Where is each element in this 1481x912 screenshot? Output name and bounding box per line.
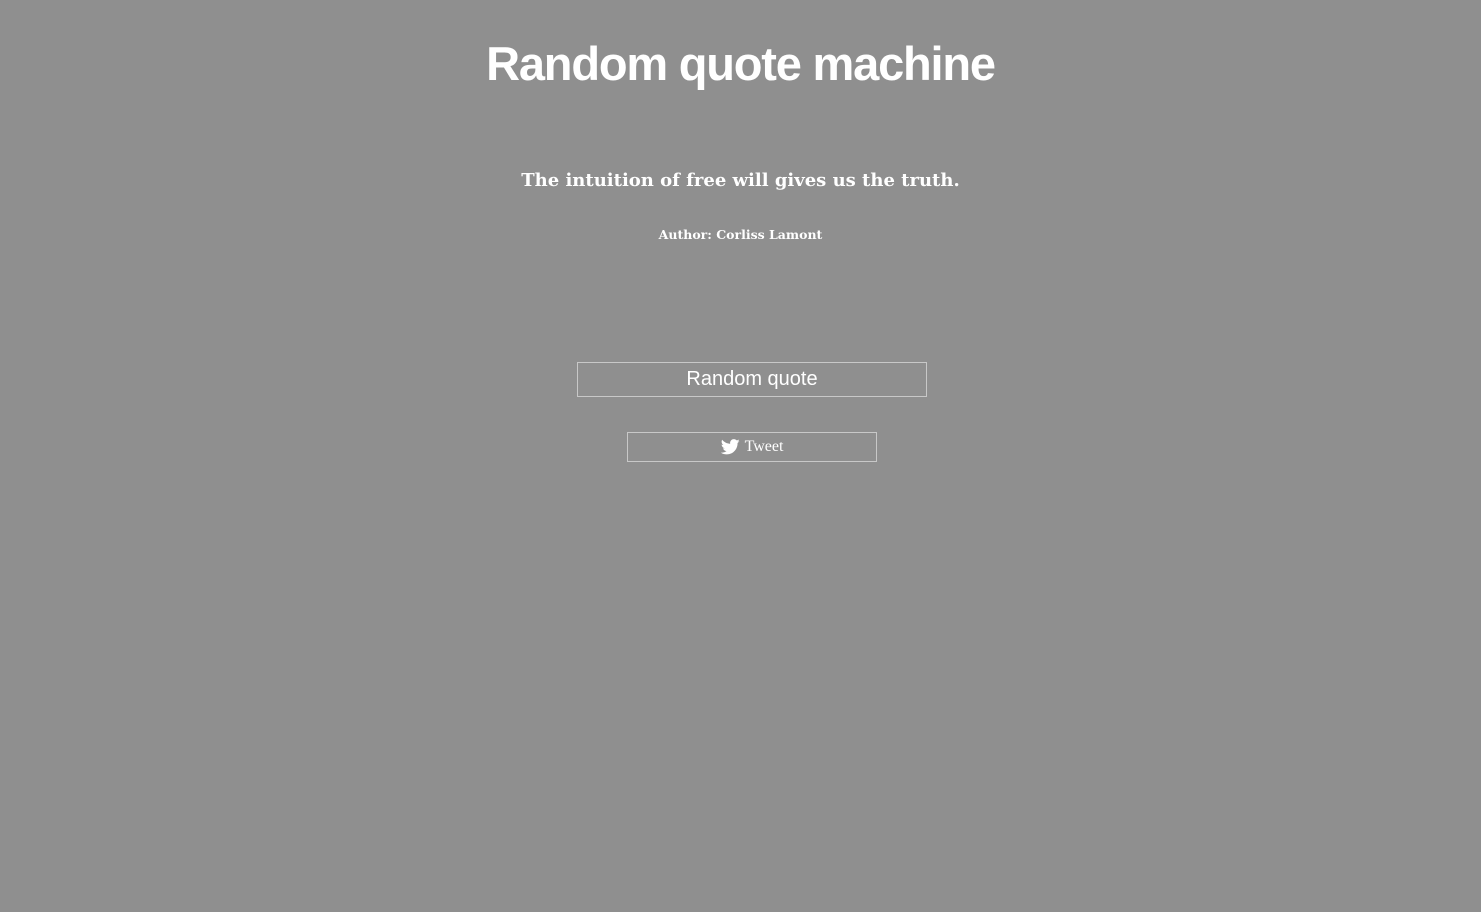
quote-author: Author: Corliss Lamont (658, 227, 823, 242)
tweet-button[interactable]: Tweet (627, 432, 877, 462)
random-quote-button-label: Random quote (686, 368, 818, 390)
random-quote-button[interactable]: Random quote (577, 362, 927, 397)
page: Random quote machine The intuition of fr… (0, 0, 1481, 912)
twitter-bird-icon (720, 439, 740, 455)
page-title: Random quote machine (486, 37, 996, 90)
tweet-button-label: Tweet (744, 438, 784, 455)
quote-text: The intuition of free will gives us the … (521, 170, 960, 191)
